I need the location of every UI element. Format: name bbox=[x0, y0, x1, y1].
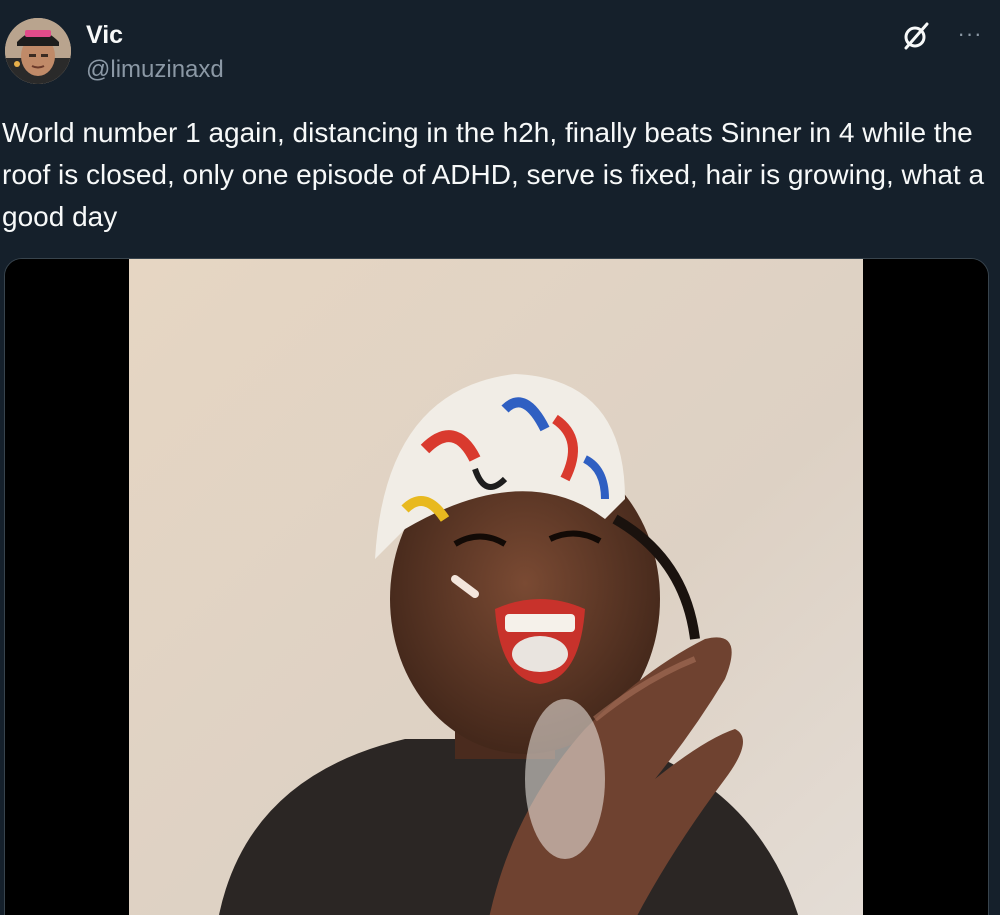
tweet-media[interactable] bbox=[4, 258, 989, 915]
tweet-card[interactable]: Vic @limuzinaxd ··· World number 1 again… bbox=[0, 0, 1000, 915]
avatar-image bbox=[5, 18, 71, 84]
avatar[interactable] bbox=[5, 18, 71, 84]
author-handle[interactable]: @limuzinaxd bbox=[86, 55, 224, 85]
tweet-text: World number 1 again, distancing in the … bbox=[2, 117, 985, 232]
author-name[interactable]: Vic bbox=[86, 20, 123, 50]
x-logo-icon[interactable] bbox=[900, 20, 932, 52]
more-icon[interactable]: ··· bbox=[950, 16, 990, 52]
video-frame bbox=[5, 259, 988, 915]
